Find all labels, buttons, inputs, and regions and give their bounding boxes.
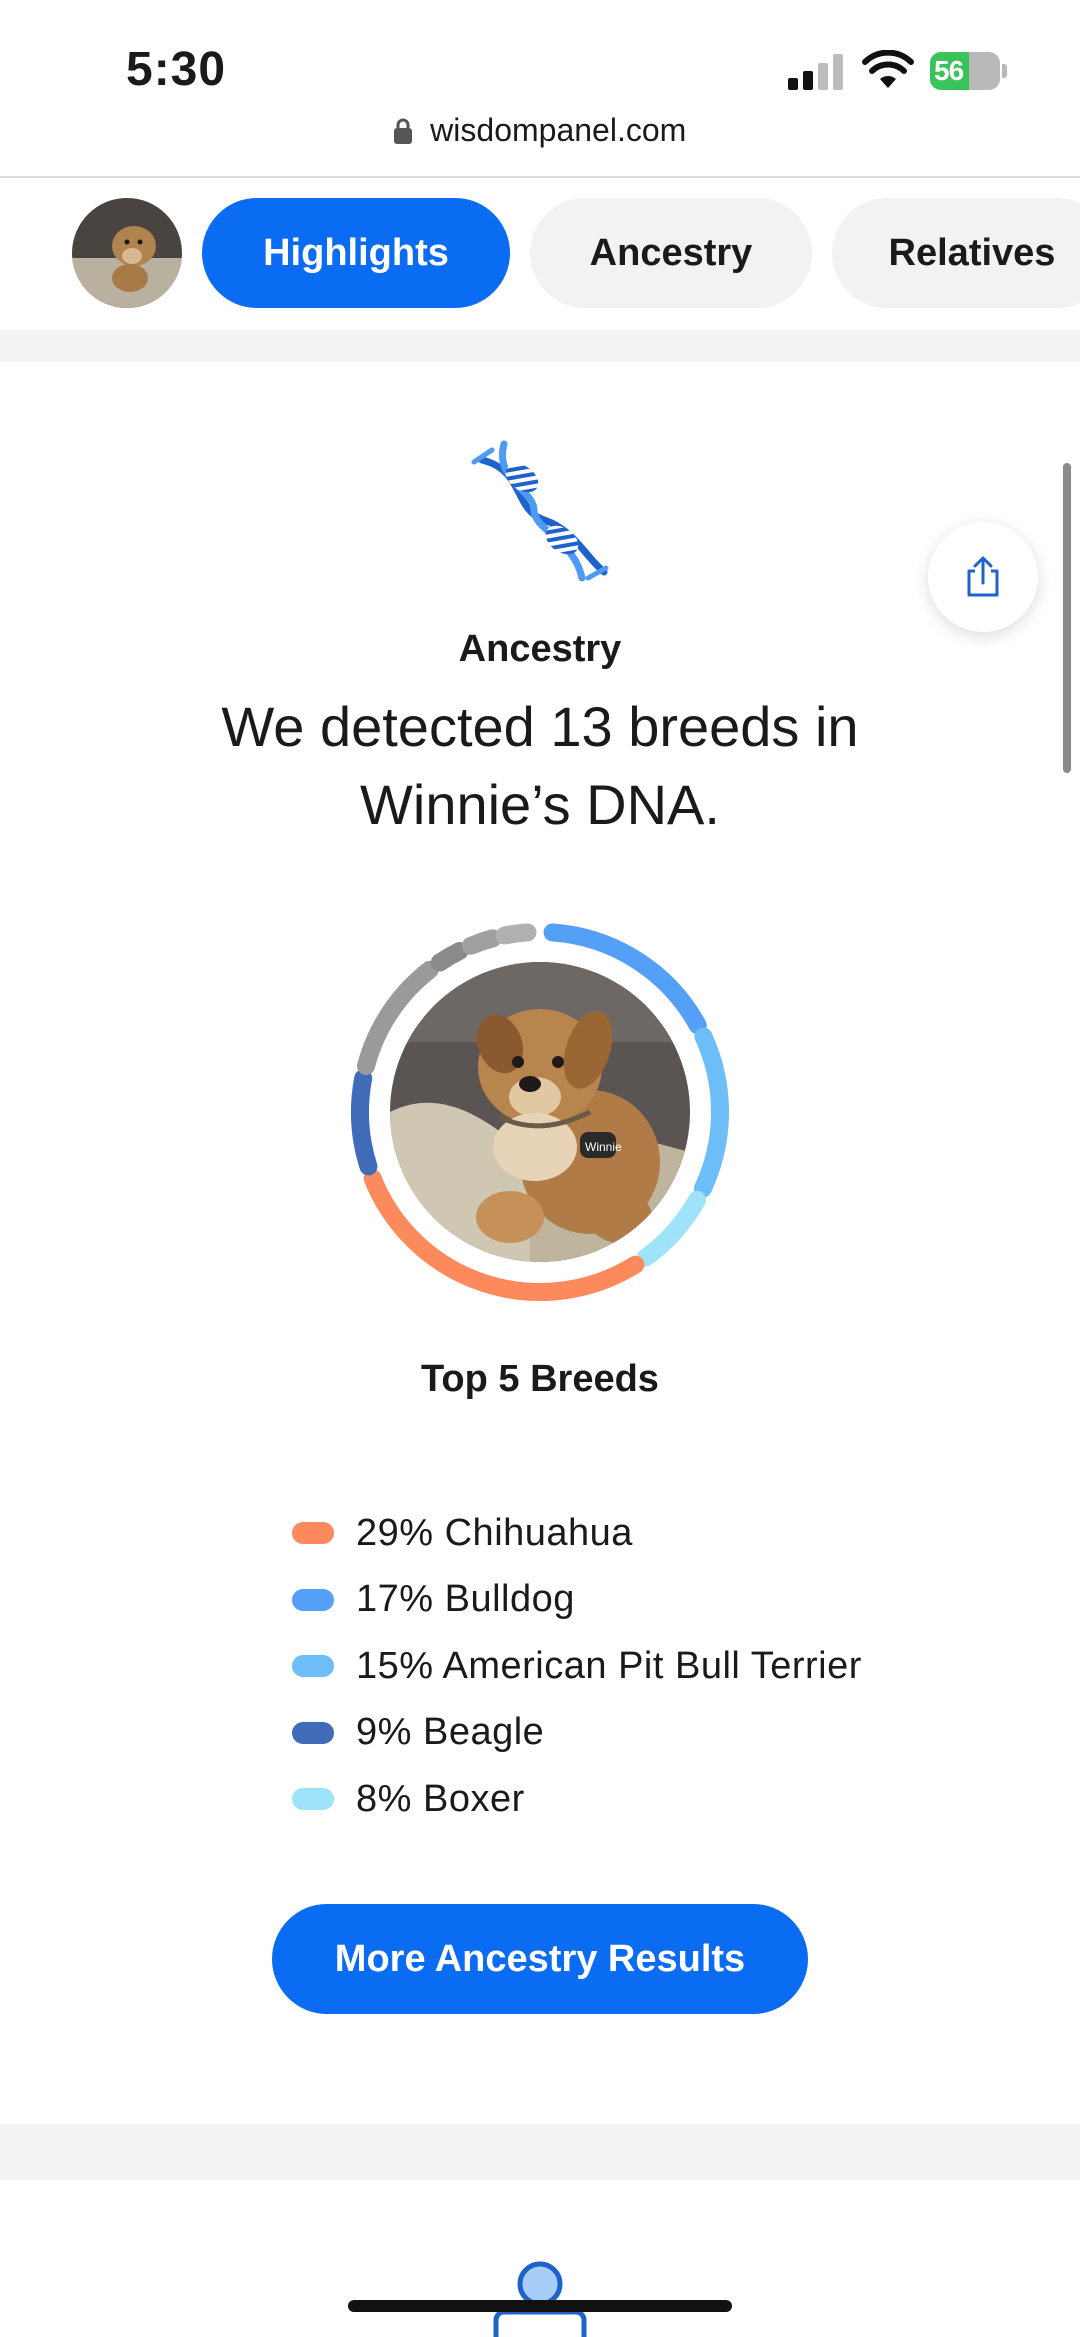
legend-swatch [292,1522,334,1545]
legend-label: 8% Boxer [356,1777,525,1820]
status-bar: 5:30 56 [0,0,1080,110]
breed-ring-chart: Winnie [340,912,740,1312]
url-bar[interactable]: wisdompanel.com [0,112,1080,162]
cellular-signal-icon [788,54,843,90]
url-text: wisdompanel.com [430,112,687,148]
legend-item-chihuahua: 29% Chihuahua [292,1500,992,1567]
ancestry-headline: We detected 13 breeds in Winnie’s DNA. [221,695,859,836]
scrollbar[interactable] [1063,463,1071,773]
avatar[interactable] [72,198,182,308]
tab-relatives[interactable]: Relatives [832,198,1080,308]
status-time: 5:30 [126,43,227,96]
ring-segment-other [495,923,537,945]
legend-swatch [292,1655,334,1678]
chart-title: Top 5 Breeds [421,1358,659,1400]
legend-item-bulldog: 17% Bulldog [292,1567,992,1634]
dna-icon [471,440,609,582]
legend-swatch [292,1721,334,1744]
home-indicator[interactable] [348,2300,732,2312]
legend-label: 29% Chihuahua [356,1511,633,1554]
tab-ancestry[interactable]: Ancestry [530,198,812,308]
section-label: Ancestry [458,628,622,670]
tab-bar: Highlights Ancestry Relatives [0,198,1080,310]
wifi-icon [862,50,914,88]
legend-label: 9% Beagle [356,1711,545,1754]
tab-highlights[interactable]: Highlights [202,198,510,308]
relatives-icon [493,2261,587,2337]
legend-label: 15% American Pit Bull Terrier [356,1644,862,1687]
battery-icon: 56 [930,52,1008,90]
divider [0,176,1080,178]
ring-segment-beagle [351,1069,378,1176]
ring-segment-other [461,929,502,955]
breed-legend: 29% Chihuahua 17% Bulldog 15% American P… [292,1500,992,1833]
ring-segment-other [430,941,469,972]
legend-label: 17% Bulldog [356,1578,575,1621]
legend-item-boxer: 8% Boxer [292,1766,992,1833]
share-button[interactable] [928,522,1038,632]
dog-tag-text: Winnie [585,1140,622,1154]
ring-segment-american-pit-bull-terrier [693,1027,729,1198]
legend-item-pit-bull: 15% American Pit Bull Terrier [292,1633,992,1700]
section-divider [0,330,1080,362]
legend-swatch [292,1788,334,1811]
lock-icon [393,118,412,144]
dog-photo: Winnie [390,962,690,1262]
section-divider [0,2124,1080,2180]
battery-percent: 56 [934,55,964,86]
legend-swatch [292,1588,334,1611]
more-ancestry-results-button[interactable]: More Ancestry Results [272,1904,808,2014]
share-icon [967,556,999,597]
legend-item-beagle: 9% Beagle [292,1700,992,1767]
